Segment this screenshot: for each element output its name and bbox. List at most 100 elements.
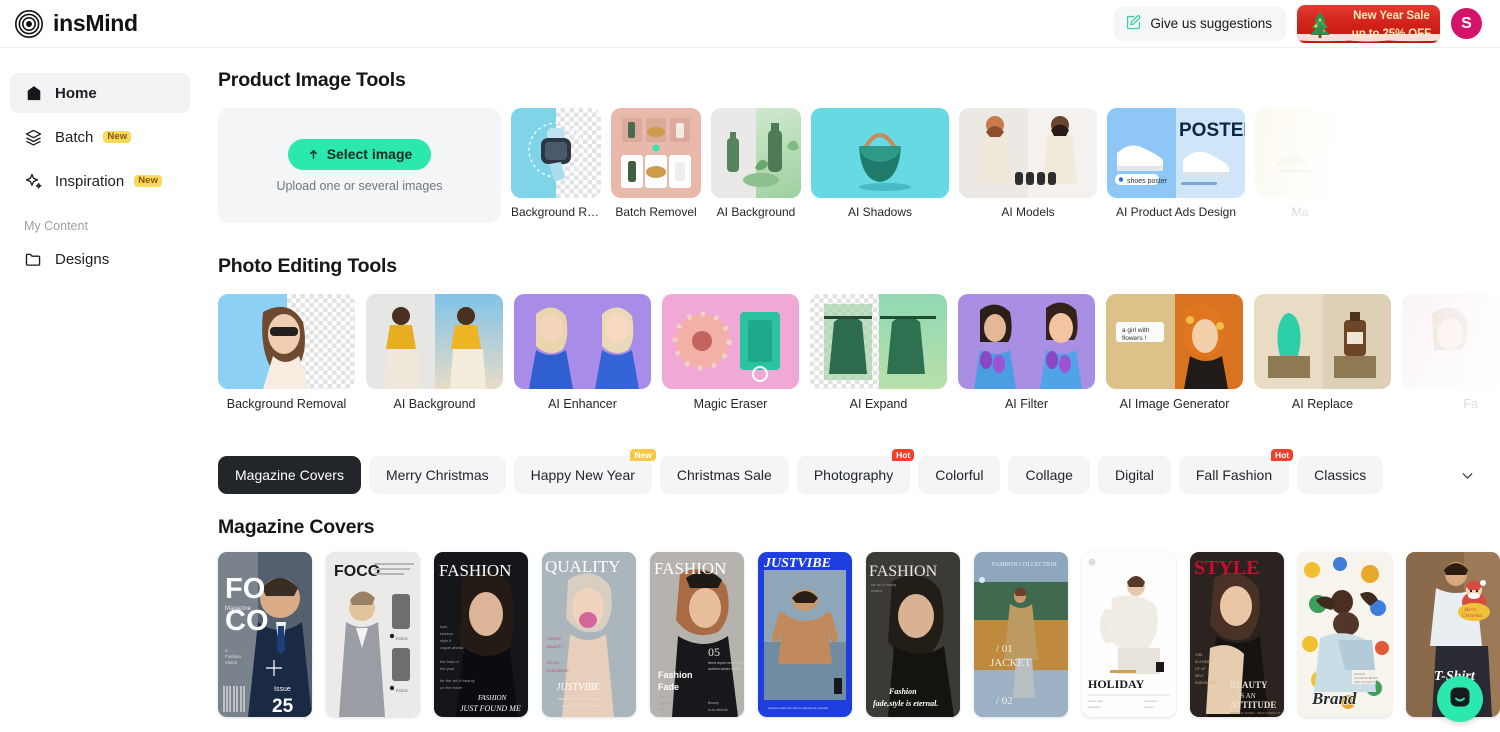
tool-card-background-removal[interactable]: Background Removal: [511, 108, 601, 223]
new-year-sale-banner[interactable]: New Year Sale up to 25% OFF: [1297, 4, 1440, 43]
sidebar-item-designs[interactable]: Designs: [10, 239, 190, 279]
cover-card[interactable]: HOLIDAY winter style · new issue collectio…: [1082, 552, 1176, 717]
holiday-white-art: HOLIDAY winter style · new issue collectio…: [1082, 552, 1176, 717]
tool-card-ai-filter[interactable]: AI Filter: [958, 294, 1095, 411]
girl-tulips-art: [974, 302, 1082, 389]
svg-text:Magazine: Magazine: [225, 606, 252, 612]
svg-text:FASHION: FASHION: [439, 561, 511, 580]
cover-card[interactable]: QUALITY LOOKS BEAUTY STYLE ELEGANCE JUSTVI…: [542, 552, 636, 717]
tool-label: AI Models: [1001, 205, 1055, 219]
svg-text:ELEGANCE: ELEGANCE: [547, 668, 569, 673]
partial-art: [1426, 307, 1474, 389]
cover-card[interactable]: STYLE GIRL IS A PART OF UP SELF ENERGETIC …: [1190, 552, 1284, 717]
tab-colorful[interactable]: Colorful: [918, 456, 1001, 494]
svg-text:BEAUTY: BEAUTY: [547, 644, 563, 649]
tool-card-ai-enhancer[interactable]: AI Enhancer: [514, 294, 651, 411]
tab-digital[interactable]: Digital: [1097, 456, 1171, 494]
tool-thumbnail: [1402, 294, 1500, 389]
tool-label: Ma: [1291, 205, 1309, 219]
tool-card-ai-background-photo[interactable]: AI Background: [366, 294, 503, 411]
chevron-down-icon[interactable]: [1452, 460, 1482, 490]
tool-card-ai-expand[interactable]: AI Expand: [810, 294, 947, 411]
brand-name: insMind: [53, 10, 138, 36]
cover-card[interactable]: FO CO Magazine a Fashion Vision Issue 25: [218, 552, 312, 717]
batch-art: [621, 118, 691, 188]
tool-label: AI Product Ads Design: [1115, 205, 1237, 219]
main-content: Product Image Tools Select image Upload …: [200, 48, 1500, 732]
give-us-suggestions-button[interactable]: Give us suggestions: [1114, 6, 1286, 41]
tool-thumbnail: a girl with flowers !: [1106, 294, 1243, 389]
svg-text:NEW COLLECTION: NEW COLLECTION: [1354, 680, 1377, 684]
svg-text:summer issue the vibe is real: summer issue the vibe is real just be yo…: [768, 706, 828, 710]
tab-label: Photography: [813, 467, 894, 483]
svg-text:POSTER: POSTER: [1179, 120, 1245, 141]
tool-card-ai-shadows[interactable]: AI Shadows: [811, 108, 949, 223]
svg-text:LOOKS: LOOKS: [547, 636, 561, 641]
avatar[interactable]: S: [1451, 8, 1482, 39]
svg-text:the best of: the best of: [440, 659, 460, 664]
sidebar-item-batch[interactable]: Batch New: [10, 117, 190, 157]
svg-text:COLORFUL BRAND: COLORFUL BRAND: [1354, 676, 1378, 680]
folder-icon: [24, 250, 43, 269]
tool-card-magic-eraser[interactable]: Magic Eraser: [662, 294, 799, 411]
svg-text:shoes poster: shoes poster: [1127, 178, 1168, 185]
tool-card-ai-image-generator[interactable]: a girl with flowers ! AI Image Generator: [1106, 294, 1243, 411]
svg-text:·: ·: [1122, 699, 1123, 703]
svg-text:FOCO: FOCO: [396, 636, 408, 641]
tool-card-ai-background[interactable]: AI Background: [711, 108, 801, 223]
cover-card[interactable]: FASHION 05 trend report new collection a…: [650, 552, 744, 717]
upload-dropzone[interactable]: Select image Upload one or several image…: [218, 108, 501, 223]
svg-text:Fade: Fade: [658, 682, 679, 692]
tab-label: Collage: [1025, 467, 1073, 483]
header-actions: Give us suggestions New Year Sale up to …: [1114, 4, 1482, 43]
tab-collage[interactable]: Collage: [1008, 456, 1090, 494]
brand[interactable]: insMind: [14, 9, 138, 39]
tool-card-batch-removel[interactable]: Batch Removel: [611, 108, 701, 223]
tool-label: AI Shadows: [847, 205, 913, 219]
chat-widget-button[interactable]: [1437, 676, 1483, 722]
sidebar-item-home[interactable]: Home: [10, 73, 190, 113]
tool-label: Background Removal: [511, 205, 601, 219]
svg-text:Vision: Vision: [225, 660, 238, 665]
svg-text:look: look: [440, 624, 447, 629]
tab-photography[interactable]: Photography Hot: [796, 449, 915, 494]
tool-card-background-removal-photo[interactable]: Background Removal: [218, 294, 355, 411]
girl-sunglasses-art: [262, 306, 309, 389]
sidebar-item-label: Batch: [55, 128, 94, 146]
svg-text:fade,style is eternal.: fade,style is eternal.: [873, 699, 938, 708]
svg-text:05: 05: [708, 645, 720, 659]
tool-card-ai-replace[interactable]: AI Replace: [1254, 294, 1391, 411]
cover-card[interactable]: FASHION look fashion style it vogue ahead …: [434, 552, 528, 717]
cover-card[interactable]: FASHION the art of beauty season Fashion …: [866, 552, 960, 717]
cover-card[interactable]: FOCO FOCO FOCO: [326, 552, 420, 717]
tool-card-partial-photo[interactable]: Fa: [1402, 294, 1500, 411]
svg-text:QUALITY: QUALITY: [545, 557, 621, 576]
svg-text:OF UP: OF UP: [1195, 667, 1206, 671]
tab-label: Classics: [1314, 467, 1367, 483]
tab-classics[interactable]: Classics: [1297, 456, 1384, 494]
select-image-button[interactable]: Select image: [287, 138, 432, 170]
svg-text:FASHION: FASHION: [869, 563, 938, 580]
svg-text:HOLIDAY: HOLIDAY: [1088, 677, 1145, 691]
sale-line2: up to 25% OFF: [1351, 27, 1431, 40]
tab-fall-fashion[interactable]: Fall Fashion Hot: [1178, 449, 1294, 494]
tool-card-ai-models[interactable]: AI Models: [959, 108, 1097, 223]
cover-card[interactable]: FASHION COLLECTION / 01 JACKET / 02: [974, 552, 1068, 717]
svg-text:FASHION: FASHION: [477, 694, 507, 702]
tool-label: AI Expand: [849, 397, 908, 411]
svg-text:autumn winter edition: autumn winter edition: [708, 667, 741, 671]
tool-label: Magic Eraser: [693, 397, 768, 411]
tool-card-ai-product-ads-design[interactable]: shoes poster POSTER AI Product Ads Desig…: [1107, 108, 1245, 223]
sidebar-item-inspiration[interactable]: Inspiration New: [10, 161, 190, 201]
tool-card-partial[interactable]: Ma: [1255, 108, 1345, 223]
tab-magazine-covers[interactable]: Magazine Covers: [218, 456, 361, 494]
cover-card[interactable]: JUSTVIBE summer issue the vibe is real j…: [758, 552, 852, 717]
tool-label: Batch Removel: [615, 205, 697, 219]
cover-card[interactable]: FASHION COLORFUL BRAND NEW COLLECTION Bran…: [1298, 552, 1392, 717]
tool-label: AI Background: [393, 397, 476, 411]
tab-happy-new-year[interactable]: Happy New Year New: [513, 449, 656, 494]
tool-label: Fa: [1463, 397, 1478, 411]
tab-christmas-sale[interactable]: Christmas Sale: [659, 456, 789, 494]
tab-merry-christmas[interactable]: Merry Christmas: [368, 456, 506, 494]
shoes-poster-art: shoes poster POSTER: [1115, 120, 1245, 185]
